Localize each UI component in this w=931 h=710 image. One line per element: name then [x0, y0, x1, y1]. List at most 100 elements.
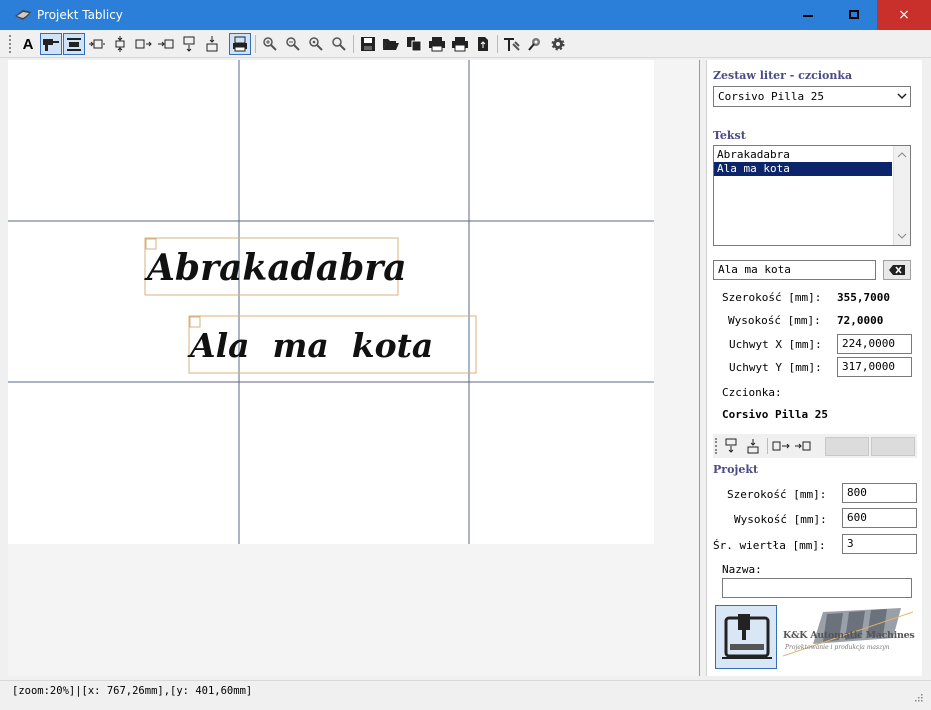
text-object-abrakadabra[interactable]: Abrakadabra [144, 237, 407, 296]
text-tool-icon: A [22, 35, 34, 53]
close-button[interactable]: × [877, 0, 931, 30]
printer-icon [429, 37, 445, 52]
minimize-button[interactable] [785, 0, 831, 30]
list-item-selected[interactable]: Ala ma kota [714, 162, 892, 176]
list-scrollbar[interactable] [893, 146, 910, 245]
toolbar-separator [255, 35, 256, 53]
chevron-down-icon [897, 93, 907, 100]
copy-button[interactable] [403, 33, 425, 55]
text-properties-icon [504, 38, 520, 51]
brand-tagline: Projektowanie i produkcja maszyn [785, 644, 890, 651]
export-icon [478, 37, 488, 51]
name-input[interactable] [722, 578, 912, 598]
align-left-icon [772, 441, 790, 451]
align-vcenter-icon [115, 36, 125, 52]
print-button[interactable] [426, 33, 448, 55]
fill-tool-button[interactable] [63, 33, 85, 55]
main-toolbar: A [0, 30, 931, 58]
align-toolbar [713, 434, 917, 458]
blank-button-1[interactable] [825, 437, 869, 456]
zoom-out-button[interactable] [282, 33, 304, 55]
toolbar-separator [353, 35, 354, 53]
gear-icon [551, 37, 565, 51]
status-text: [zoom:20%]|[x: 767,26mm],[y: 401,60mm] [12, 685, 253, 697]
fill-block-icon [67, 38, 81, 51]
toolbar-grip[interactable] [715, 438, 717, 454]
settings-button[interactable] [547, 33, 569, 55]
align-top-icon [183, 36, 195, 52]
handle-x-input[interactable]: 224,0000 [837, 334, 912, 354]
text-edit-input[interactable]: Ala ma kota [713, 260, 876, 280]
save-button[interactable] [357, 33, 379, 55]
width-label: Szerokość [mm]: [722, 291, 822, 304]
zoom-fit-icon [309, 37, 323, 51]
align-top-button[interactable] [721, 436, 741, 456]
font-section-title: Zestaw liter - czcionka [713, 69, 853, 82]
align-right-b-button[interactable] [155, 33, 177, 55]
align-top-icon [725, 438, 737, 453]
font-select-value: Corsivo Pilla 25 [718, 90, 824, 103]
resize-grip-icon[interactable] [913, 692, 923, 702]
font-select[interactable]: Corsivo Pilla 25 [713, 86, 911, 107]
cnc-machine-icon [722, 614, 772, 659]
properties-panel: Zestaw liter - czcionka Corsivo Pilla 25… [706, 60, 922, 676]
export-button[interactable] [472, 33, 494, 55]
clear-text-button[interactable] [883, 260, 911, 280]
drill-input[interactable]: 3 [842, 534, 917, 554]
zoom-in-icon [263, 37, 277, 51]
close-icon: × [898, 7, 910, 23]
properties-button[interactable] [501, 33, 523, 55]
align-bottom-button[interactable] [743, 436, 763, 456]
handle-x-label: Uchwyt X [mm]: [729, 338, 822, 351]
machine-button[interactable] [524, 33, 546, 55]
list-item[interactable]: Abrakadabra [714, 148, 892, 162]
maximize-button[interactable] [831, 0, 877, 30]
machine-logo-button[interactable] [715, 605, 777, 669]
zoom-in-button[interactable] [259, 33, 281, 55]
drill-tool-button[interactable] [40, 33, 62, 55]
align-left-button[interactable] [771, 436, 791, 456]
minimize-icon [803, 15, 813, 17]
align-top-button[interactable] [178, 33, 200, 55]
align-vcenter-button[interactable] [109, 33, 131, 55]
zoom-actual-button[interactable] [328, 33, 350, 55]
text-section-title: Tekst [713, 129, 746, 142]
toolbar-separator [497, 35, 498, 53]
text-list[interactable]: Abrakadabra Ala ma kota [713, 145, 911, 246]
scroll-up-icon[interactable] [897, 150, 907, 160]
brand-name: K&K Automatic Machines [783, 630, 915, 641]
align-right-a-button[interactable] [132, 33, 154, 55]
zoom-fit-button[interactable] [305, 33, 327, 55]
name-label: Nazwa: [722, 563, 762, 576]
open-button[interactable] [380, 33, 402, 55]
status-bar: [zoom:20%]|[x: 767,26mm],[y: 401,60mm] [0, 680, 931, 710]
save-icon [361, 37, 375, 51]
font-value: Corsivo Pilla 25 [722, 408, 828, 421]
toolbar-grip[interactable] [9, 35, 11, 53]
blank-button-2[interactable] [871, 437, 915, 456]
align-left-button[interactable] [86, 33, 108, 55]
font-label: Czcionka: [722, 386, 782, 399]
printer-2-icon [452, 37, 468, 52]
print-2-button[interactable] [449, 33, 471, 55]
height-label: Wysokość [mm]: [728, 314, 821, 327]
app-icon [15, 10, 31, 20]
text-tool-button[interactable]: A [17, 33, 39, 55]
print-preview-button[interactable] [229, 33, 251, 55]
align-bottom-button[interactable] [201, 33, 223, 55]
project-width-label: Szerokość [mm]: [727, 488, 827, 501]
folder-open-icon [383, 39, 399, 50]
backspace-icon [889, 265, 905, 275]
project-width-input[interactable]: 800 [842, 483, 917, 503]
drill-icon [43, 39, 59, 51]
project-height-input[interactable]: 600 [842, 508, 917, 528]
canvas-svg: Abrakadabra Ala ma kota [8, 60, 654, 544]
zoom-out-icon [286, 37, 300, 51]
height-value: 72,0000 [837, 314, 884, 327]
align-right-button[interactable] [793, 436, 813, 456]
scroll-down-icon[interactable] [897, 231, 907, 241]
align-left-icon [89, 39, 105, 49]
drawing-canvas[interactable]: Abrakadabra Ala ma kota [8, 60, 700, 676]
handle-y-input[interactable]: 317,0000 [837, 357, 912, 377]
canvas-text: Abrakadabra [144, 247, 407, 289]
